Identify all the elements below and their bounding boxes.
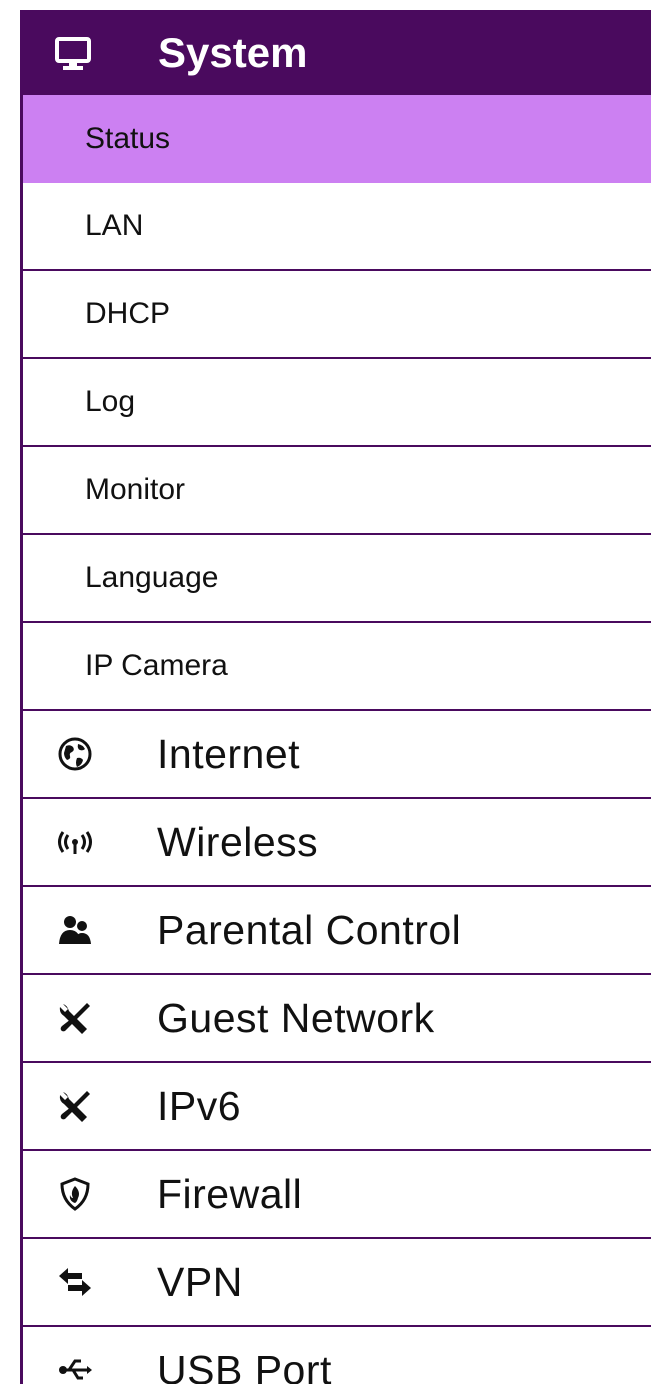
menu-item-wireless[interactable]: Wireless [23, 799, 651, 887]
exchange-icon [55, 1262, 95, 1302]
submenu-item-dhcp[interactable]: DHCP [23, 271, 651, 359]
shield-fire-icon [55, 1174, 95, 1214]
submenu-item-label: LAN [85, 209, 144, 242]
menu-section-label: System [158, 28, 308, 76]
tools-icon [55, 998, 95, 1038]
submenu-item-label: Status [85, 122, 171, 155]
menu-item-label: Parental Control [157, 906, 462, 953]
users-icon [55, 910, 95, 950]
menu-item-label: IPv6 [157, 1082, 242, 1129]
menu-section-system[interactable]: System [23, 10, 651, 95]
usb-icon [55, 1350, 95, 1384]
menu-item-label: Firewall [157, 1170, 303, 1217]
menu-item-parental-control[interactable]: Parental Control [23, 887, 651, 975]
submenu-item-language[interactable]: Language [23, 535, 651, 623]
globe-icon [55, 734, 95, 774]
menu-item-label: Guest Network [157, 994, 435, 1041]
menu-item-ipv6[interactable]: IPv6 [23, 1063, 651, 1151]
submenu-item-log[interactable]: Log [23, 359, 651, 447]
wireless-icon [55, 822, 95, 862]
menu-item-guest-network[interactable]: Guest Network [23, 975, 651, 1063]
monitor-icon [53, 33, 93, 73]
menu-item-label: VPN [157, 1258, 243, 1305]
menu-item-usb-port[interactable]: USB Port [23, 1327, 651, 1384]
menu-item-internet[interactable]: Internet [23, 711, 651, 799]
submenu-item-label: DHCP [85, 297, 171, 330]
menu-item-firewall[interactable]: Firewall [23, 1151, 651, 1239]
menu-item-label: Internet [157, 730, 301, 777]
submenu-item-ip-camera[interactable]: IP Camera [23, 623, 651, 711]
submenu-item-label: IP Camera [85, 649, 228, 682]
sidebar-menu: System Status LAN DHCP Log Monitor Langu… [20, 10, 651, 1384]
submenu-item-lan[interactable]: LAN [23, 183, 651, 271]
menu-item-vpn[interactable]: VPN [23, 1239, 651, 1327]
submenu-item-label: Monitor [85, 473, 186, 506]
submenu-item-monitor[interactable]: Monitor [23, 447, 651, 535]
submenu-item-label: Language [85, 561, 219, 594]
menu-item-label: Wireless [157, 818, 319, 865]
submenu-item-label: Log [85, 385, 136, 418]
submenu-item-status[interactable]: Status [23, 95, 651, 183]
menu-item-label: USB Port [157, 1346, 332, 1384]
tools-icon [55, 1086, 95, 1126]
